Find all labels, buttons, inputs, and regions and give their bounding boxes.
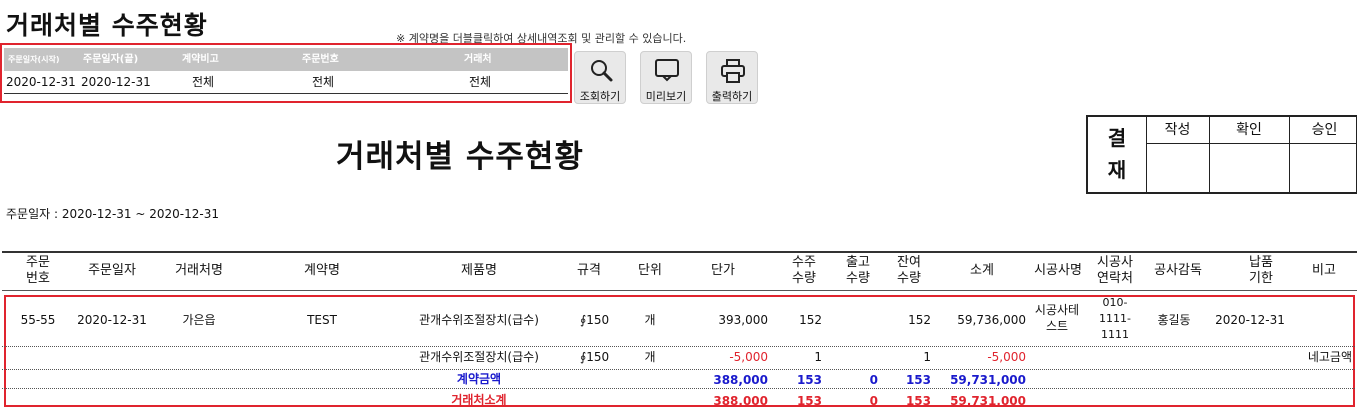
header-subtotal: 소계 — [970, 263, 994, 278]
filter-start-date-input[interactable]: 2020-12-31 — [6, 72, 76, 92]
cell-unit: 개 — [644, 350, 656, 364]
header-order-date: 주문일자 — [88, 263, 136, 278]
contract-total-subtotal: 59,731,000 — [950, 373, 1026, 387]
cell-note: 네고금액 — [1307, 350, 1352, 364]
filter-divider — [4, 93, 568, 94]
table-header-top-line — [2, 251, 1357, 253]
client-total-label: 거래처소계 — [451, 393, 507, 407]
approval-box: 결 재 작성 확인 승인 — [1086, 115, 1357, 194]
header-spec: 규격 — [577, 263, 601, 278]
client-total-remain-qty: 153 — [905, 394, 931, 408]
header-price: 단가 — [711, 263, 735, 278]
filter-header-end-date: 주문일자(끝) — [83, 54, 139, 65]
header-client: 거래처명 — [175, 263, 223, 278]
print-button-label: 출력하기 — [711, 90, 753, 103]
cell-remain-qty: 1 — [923, 350, 931, 364]
cell-order-date: 2020-12-31 — [77, 313, 147, 327]
filter-panel: 주문일자(시작) 주문일자(끝) 계약비고 주문번호 거래처 2020-12-3… — [0, 43, 572, 103]
header-order-qty: 수주 수량 — [792, 255, 816, 286]
filter-header-contract-note: 계약비고 — [182, 54, 219, 65]
cell-client: 가은읍 — [182, 313, 216, 327]
cell-product: 관개수위조절장치(급수) — [419, 350, 539, 364]
preview-button[interactable]: 미리보기 — [640, 51, 692, 104]
cell-remain-qty: 152 — [908, 313, 931, 327]
cell-product: 관개수위조절장치(급수) — [419, 313, 539, 327]
contract-total-out-qty: 0 — [869, 373, 878, 387]
row-divider — [2, 369, 1355, 370]
table-header-bottom-line — [2, 290, 1357, 291]
filter-header-start-date: 주문일자(시작) — [8, 55, 60, 64]
header-order-no: 주문 번호 — [26, 255, 50, 286]
cell-unit: 개 — [644, 313, 656, 327]
search-button-label: 조회하기 — [579, 90, 621, 103]
header-product: 제품명 — [461, 263, 497, 278]
cell-contractor-phone: 010- 1111- 1111 — [1099, 296, 1131, 341]
cell-order-qty: 1 — [814, 350, 822, 364]
header-unit: 단위 — [638, 263, 662, 278]
cell-price: -5,000 — [729, 350, 768, 364]
header-contractor-phone: 시공사 연락처 — [1097, 255, 1133, 286]
client-total-out-qty: 0 — [869, 394, 878, 408]
client-total-order-qty: 153 — [796, 394, 822, 408]
header-note: 비고 — [1312, 263, 1336, 278]
page-title: 거래처별 수주현황 — [6, 11, 208, 40]
cell-spec: ∮150 — [580, 313, 610, 327]
filter-header-order-no: 주문번호 — [302, 54, 339, 65]
header-remain-qty: 잔여 수량 — [897, 255, 921, 286]
cell-order-qty: 152 — [799, 313, 822, 327]
filter-contract-note-select[interactable]: 전체 — [192, 72, 214, 92]
table-body-highlight — [4, 295, 1355, 407]
approval-header-line — [1146, 143, 1357, 144]
header-due-date: 납품 기한 — [1249, 255, 1273, 286]
header-supervisor: 공사감독 — [1154, 263, 1202, 278]
cell-contractor: 시공사테 스트 — [1034, 303, 1080, 333]
contract-total-label: 계약금액 — [456, 372, 502, 386]
report-date-range: 주문일자 : 2020-12-31 ~ 2020-12-31 — [6, 207, 219, 221]
print-button[interactable]: 출력하기 — [706, 51, 758, 104]
client-total-subtotal: 59,731,000 — [950, 394, 1026, 408]
filter-header-client: 거래처 — [464, 54, 492, 65]
approval-col-check: 확인 — [1236, 122, 1262, 138]
approval-label: 결 재 — [1107, 126, 1127, 182]
contract-total-remain-qty: 153 — [905, 373, 931, 387]
cell-price: 393,000 — [718, 313, 768, 327]
filter-header-row: 주문일자(시작) 주문일자(끝) 계약비고 주문번호 거래처 — [4, 48, 568, 71]
contract-total-price: 388,000 — [713, 373, 768, 387]
filter-end-date-input[interactable]: 2020-12-31 — [81, 72, 151, 92]
cell-supervisor: 홍길동 — [1157, 313, 1191, 327]
contract-total-order-qty: 153 — [796, 373, 822, 387]
cell-subtotal: -5,000 — [987, 350, 1026, 364]
search-button[interactable]: 조회하기 — [574, 51, 626, 104]
monitor-icon — [655, 59, 679, 82]
row-divider — [2, 388, 1355, 389]
row-divider — [2, 346, 1355, 347]
approval-col-approve: 승인 — [1311, 122, 1338, 138]
cell-contract[interactable]: TEST — [282, 313, 362, 328]
header-contractor: 시공사명 — [1034, 263, 1082, 278]
cell-order-no: 55-55 — [20, 313, 56, 327]
approval-col-write: 작성 — [1164, 122, 1191, 138]
client-total-price: 388,000 — [713, 394, 768, 408]
search-icon — [591, 60, 613, 82]
header-out-qty: 출고 수량 — [846, 255, 870, 286]
cell-spec: ∮150 — [580, 350, 610, 364]
header-contract: 계약명 — [304, 263, 340, 278]
filter-client-select[interactable]: 전체 — [469, 72, 491, 92]
printer-icon — [721, 59, 745, 83]
cell-due-date: 2020-12-31 — [1215, 313, 1285, 327]
report-title: 거래처별 수주현황 — [336, 139, 584, 175]
filter-values-row: 2020-12-31 2020-12-31 전체 전체 전체 — [4, 72, 568, 92]
cell-subtotal: 59,736,000 — [957, 313, 1026, 327]
preview-button-label: 미리보기 — [645, 90, 687, 103]
filter-order-no-select[interactable]: 전체 — [312, 72, 334, 92]
